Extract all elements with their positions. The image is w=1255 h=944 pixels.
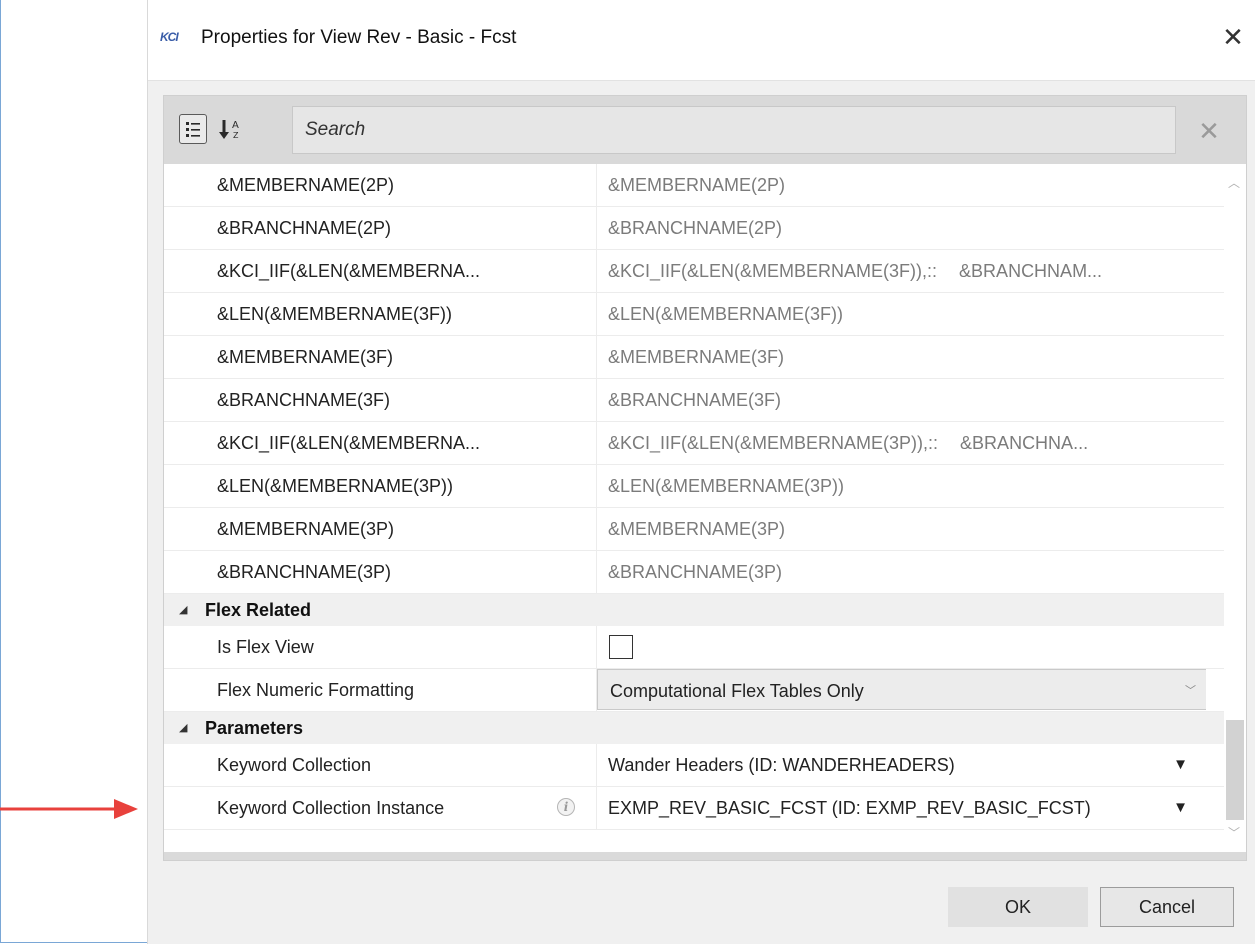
cancel-button[interactable]: Cancel — [1100, 887, 1234, 927]
table-row[interactable]: &BRANCHNAME(2P) &BRANCHNAME(2P) — [164, 207, 1224, 250]
info-icon[interactable]: i — [557, 798, 575, 816]
property-value[interactable]: &MEMBERNAME(3P) — [596, 508, 1206, 550]
property-grid-toolbar: A Z ✕ — [164, 96, 1246, 164]
collapse-triangle-icon[interactable]: ◢ — [179, 594, 187, 626]
collapse-triangle-icon[interactable]: ◢ — [179, 712, 187, 744]
property-value[interactable]: &KCI_IIF(&LEN(&MEMBERNAME(3P)),:: &BRANCH… — [596, 422, 1206, 464]
svg-text:A: A — [232, 120, 239, 131]
property-name: &KCI_IIF(&LEN(&MEMBERNA... — [217, 433, 481, 453]
table-row[interactable]: Flex Numeric Formatting Computational Fl… — [164, 669, 1224, 712]
scroll-up-icon[interactable]: ︿ — [1228, 174, 1240, 191]
property-name: &MEMBERNAME(3P) — [217, 519, 395, 539]
keyword-collection-dropdown[interactable]: Wander Headers (ID: WANDERHEADERS) ▼ — [596, 744, 1206, 786]
property-value[interactable]: &BRANCHNAME(3P) — [596, 551, 1206, 593]
property-name: &LEN(&MEMBERNAME(3P)) — [217, 476, 454, 496]
dropdown-arrow-icon[interactable]: ▼ — [1173, 744, 1188, 786]
is-flex-view-checkbox[interactable] — [609, 635, 633, 659]
category-label: Flex Related — [205, 600, 312, 620]
property-value[interactable]: &BRANCHNAME(3F) — [596, 379, 1206, 421]
category-flex-related: ◢ Flex Related — [164, 594, 1224, 626]
property-name: Is Flex View — [217, 637, 314, 657]
table-row[interactable]: &BRANCHNAME(3P) &BRANCHNAME(3P) — [164, 551, 1224, 594]
flex-numeric-formatting-dropdown[interactable]: Computational Flex Tables Only ﹀ — [597, 669, 1206, 710]
ok-button[interactable]: OK — [948, 887, 1088, 927]
property-value: Computational Flex Tables Only ﹀ — [596, 669, 1206, 711]
property-value[interactable]: &LEN(&MEMBERNAME(3F)) — [596, 293, 1206, 335]
category-parameters: ◢ Parameters — [164, 712, 1224, 744]
app-logo: KCI — [160, 30, 179, 44]
table-row[interactable]: &LEN(&MEMBERNAME(3P)) &LEN(&MEMBERNAME(3… — [164, 465, 1224, 508]
property-name: &MEMBERNAME(3F) — [217, 347, 394, 367]
table-row[interactable]: &MEMBERNAME(3P) &MEMBERNAME(3P) — [164, 508, 1224, 551]
sort-alphabetical-icon[interactable]: A Z — [216, 114, 246, 144]
table-row[interactable]: &MEMBERNAME(3F) &MEMBERNAME(3F) — [164, 336, 1224, 379]
property-name: &BRANCHNAME(3F) — [217, 390, 391, 410]
table-row[interactable]: &KCI_IIF(&LEN(&MEMBERNA... &KCI_IIF(&LEN… — [164, 422, 1224, 465]
table-row[interactable]: Keyword Collection Instance i EXMP_REV_B… — [164, 787, 1224, 830]
annotation-arrow-icon — [0, 799, 138, 819]
dropdown-arrow-icon[interactable]: ▼ — [1173, 787, 1188, 829]
window-title: Properties for View Rev - Basic - Fcst — [201, 27, 517, 48]
categorized-list-icon[interactable] — [179, 114, 207, 144]
property-rows: &MEMBERNAME(2P) &MEMBERNAME(2P) &BRANCHN… — [164, 164, 1224, 830]
search-clear-icon[interactable]: ✕ — [1194, 116, 1224, 146]
table-row[interactable]: Keyword Collection Wander Headers (ID: W… — [164, 744, 1224, 787]
keyword-collection-instance-dropdown[interactable]: EXMP_REV_BASIC_FCST (ID: EXMP_REV_BASIC_… — [596, 787, 1206, 829]
property-name: &BRANCHNAME(2P) — [217, 218, 392, 238]
scroll-down-icon[interactable]: ﹀ — [1228, 824, 1240, 841]
property-name: &LEN(&MEMBERNAME(3F)) — [217, 304, 453, 324]
property-name: Flex Numeric Formatting — [217, 680, 415, 700]
table-row[interactable]: &MEMBERNAME(2P) &MEMBERNAME(2P) — [164, 164, 1224, 207]
property-value — [596, 626, 1206, 668]
property-name: Keyword Collection — [217, 755, 372, 775]
property-value[interactable]: &KCI_IIF(&LEN(&MEMBERNAME(3F)),:: &BRANCH… — [596, 250, 1206, 292]
properties-dialog: KCI Properties for View Rev - Basic - Fc… — [147, 0, 1255, 944]
property-value[interactable]: &MEMBERNAME(3F) — [596, 336, 1206, 378]
svg-text:Z: Z — [233, 131, 239, 140]
table-row[interactable]: &KCI_IIF(&LEN(&MEMBERNA... &KCI_IIF(&LEN… — [164, 250, 1224, 293]
property-value[interactable]: &BRANCHNAME(2P) — [596, 207, 1206, 249]
scroll-thumb[interactable] — [1226, 720, 1244, 820]
chevron-down-icon: ﹀ — [1185, 685, 1196, 697]
title-bar: KCI Properties for View Rev - Basic - Fc… — [148, 0, 1255, 81]
property-value[interactable]: &MEMBERNAME(2P) — [596, 164, 1206, 206]
property-value[interactable]: &LEN(&MEMBERNAME(3P)) — [596, 465, 1206, 507]
property-name: &KCI_IIF(&LEN(&MEMBERNA... — [217, 261, 481, 281]
property-name: Keyword Collection Instance — [217, 798, 445, 818]
property-name: &MEMBERNAME(2P) — [217, 175, 395, 195]
table-row[interactable]: &BRANCHNAME(3F) &BRANCHNAME(3F) — [164, 379, 1224, 422]
search-input[interactable] — [292, 106, 1176, 154]
table-row[interactable]: &LEN(&MEMBERNAME(3F)) &LEN(&MEMBERNAME(3… — [164, 293, 1224, 336]
property-name: &BRANCHNAME(3P) — [217, 562, 392, 582]
vertical-scrollbar[interactable]: ︿ ﹀ — [1224, 164, 1246, 852]
category-label: Parameters — [205, 718, 304, 738]
close-icon[interactable]: ✕ — [1216, 20, 1250, 54]
property-grid: A Z ✕ &MEMBERNAME(2P) &MEMBERNAME(2P) &B… — [163, 95, 1247, 861]
grid-bottom-border — [164, 852, 1246, 860]
table-row[interactable]: Is Flex View — [164, 626, 1224, 669]
